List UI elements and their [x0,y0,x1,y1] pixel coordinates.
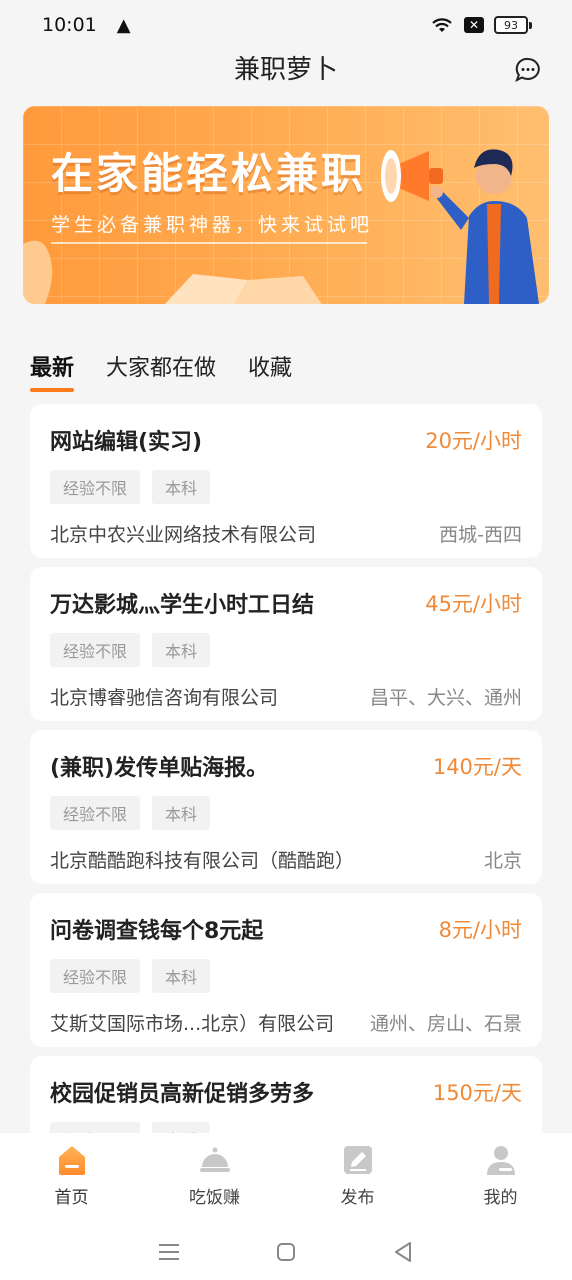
profile-icon [486,1146,515,1175]
status-bar: 10:01 ▲ ✕ 93 [0,0,572,50]
job-title: 问卷调查钱每个8元起 [50,919,264,944]
battery-icon: 93 [494,16,532,34]
job-company: 北京酷酷跑科技有限公司（酷酷跑） [50,850,355,872]
nav-eat-earn[interactable]: 吃饭赚 [165,1143,265,1208]
home-button-icon[interactable] [274,1240,298,1264]
job-tag-experience: 经验不限 [50,633,141,667]
tab-favorites[interactable]: 收藏 [248,350,292,392]
job-tag-experience: 经验不限 [50,470,141,504]
nav-profile-label: 我的 [483,1188,518,1208]
job-tag-experience: 经验不限 [50,796,141,830]
tab-popular[interactable]: 大家都在做 [106,350,216,392]
wifi-icon [432,18,452,32]
job-pay: 45元/小时 [425,592,522,616]
job-tag-experience: 经验不限 [50,959,141,993]
promo-banner[interactable]: 在家能轻松兼职 学生必备兼职神器，快来试试吧 [23,106,549,304]
back-icon[interactable] [391,1240,415,1264]
menu-icon[interactable] [157,1240,181,1264]
banner-subline: 学生必备兼职神器，快来试试吧 [51,214,374,236]
job-title: 万达影城灬学生小时工日结 [50,593,315,618]
bottom-nav: 首页 吃饭赚 发布 我的 [0,1133,572,1223]
job-company: 艾斯艾国际市场...北京）有限公司 [50,1013,335,1035]
job-tag-education: 本科 [152,470,211,504]
nav-home[interactable]: 首页 [22,1143,122,1208]
job-pay: 150元/天 [432,1081,522,1105]
job-location: 北京 [483,850,522,872]
home-icon [58,1146,85,1175]
nav-publish-label: 发布 [340,1188,375,1208]
job-pay: 20元/小时 [425,429,522,453]
job-card[interactable]: 问卷调查钱每个8元起 8元/小时 经验不限 本科 艾斯艾国际市场...北京）有限… [30,893,542,1047]
dish-cover-icon [199,1147,230,1172]
app-header: 兼职萝卜 [0,50,572,90]
edit-icon [343,1146,372,1174]
banner-divider [51,242,367,244]
job-company: 北京中农兴业网络技术有限公司 [50,524,317,546]
status-icons: ✕ 93 [430,16,532,34]
nav-home-label: 首页 [54,1188,89,1208]
battery-level: 93 [494,16,528,34]
message-icon[interactable] [514,56,542,84]
book-illustration [164,274,322,304]
job-title: 校园促销员高新促销多劳多 [50,1082,315,1107]
job-title: (兼职)发传单贴海报。 [50,756,269,781]
job-tag-education: 本科 [152,633,211,667]
job-list: 网站编辑(实习) 20元/小时 经验不限 本科 北京中农兴业网络技术有限公司 西… [30,404,542,1134]
job-pay: 8元/小时 [438,918,522,942]
job-card[interactable]: (兼职)发传单贴海报。 140元/天 经验不限 本科 北京酷酷跑科技有限公司（酷… [30,730,542,884]
megaphone-person-illustration [381,149,539,304]
job-location: 西城-西四 [439,524,522,546]
status-time: 10:01 [42,14,97,36]
nav-profile[interactable]: 我的 [451,1143,551,1208]
tab-bar: 最新 大家都在做 收藏 [30,350,292,392]
job-tag-education: 本科 [152,796,211,830]
job-location: 昌平、大兴、通州 [369,687,522,709]
job-card[interactable]: 万达影城灬学生小时工日结 45元/小时 经验不限 本科 北京博睿驰信咨询有限公司… [30,567,542,721]
warning-icon: ▲ [116,14,131,36]
nav-eat-earn-label: 吃饭赚 [189,1188,240,1208]
tab-latest[interactable]: 最新 [30,350,75,392]
job-company: 北京博睿驰信咨询有限公司 [50,687,279,709]
job-pay: 140元/天 [432,755,522,779]
page-title: 兼职萝卜 [233,55,338,85]
no-sim-icon: ✕ [464,17,484,33]
system-nav-bar [0,1223,572,1280]
job-title: 网站编辑(实习) [50,430,203,455]
job-card[interactable]: 网站编辑(实习) 20元/小时 经验不限 本科 北京中农兴业网络技术有限公司 西… [30,404,542,558]
nav-publish[interactable]: 发布 [308,1143,408,1208]
job-tag-education: 本科 [152,959,211,993]
banner-headline: 在家能轻松兼职 [51,149,367,198]
job-card[interactable]: 校园促销员高新促销多劳多 150元/天 经验不限 本科 [30,1056,542,1134]
job-location: 通州、房山、石景 [369,1013,522,1035]
